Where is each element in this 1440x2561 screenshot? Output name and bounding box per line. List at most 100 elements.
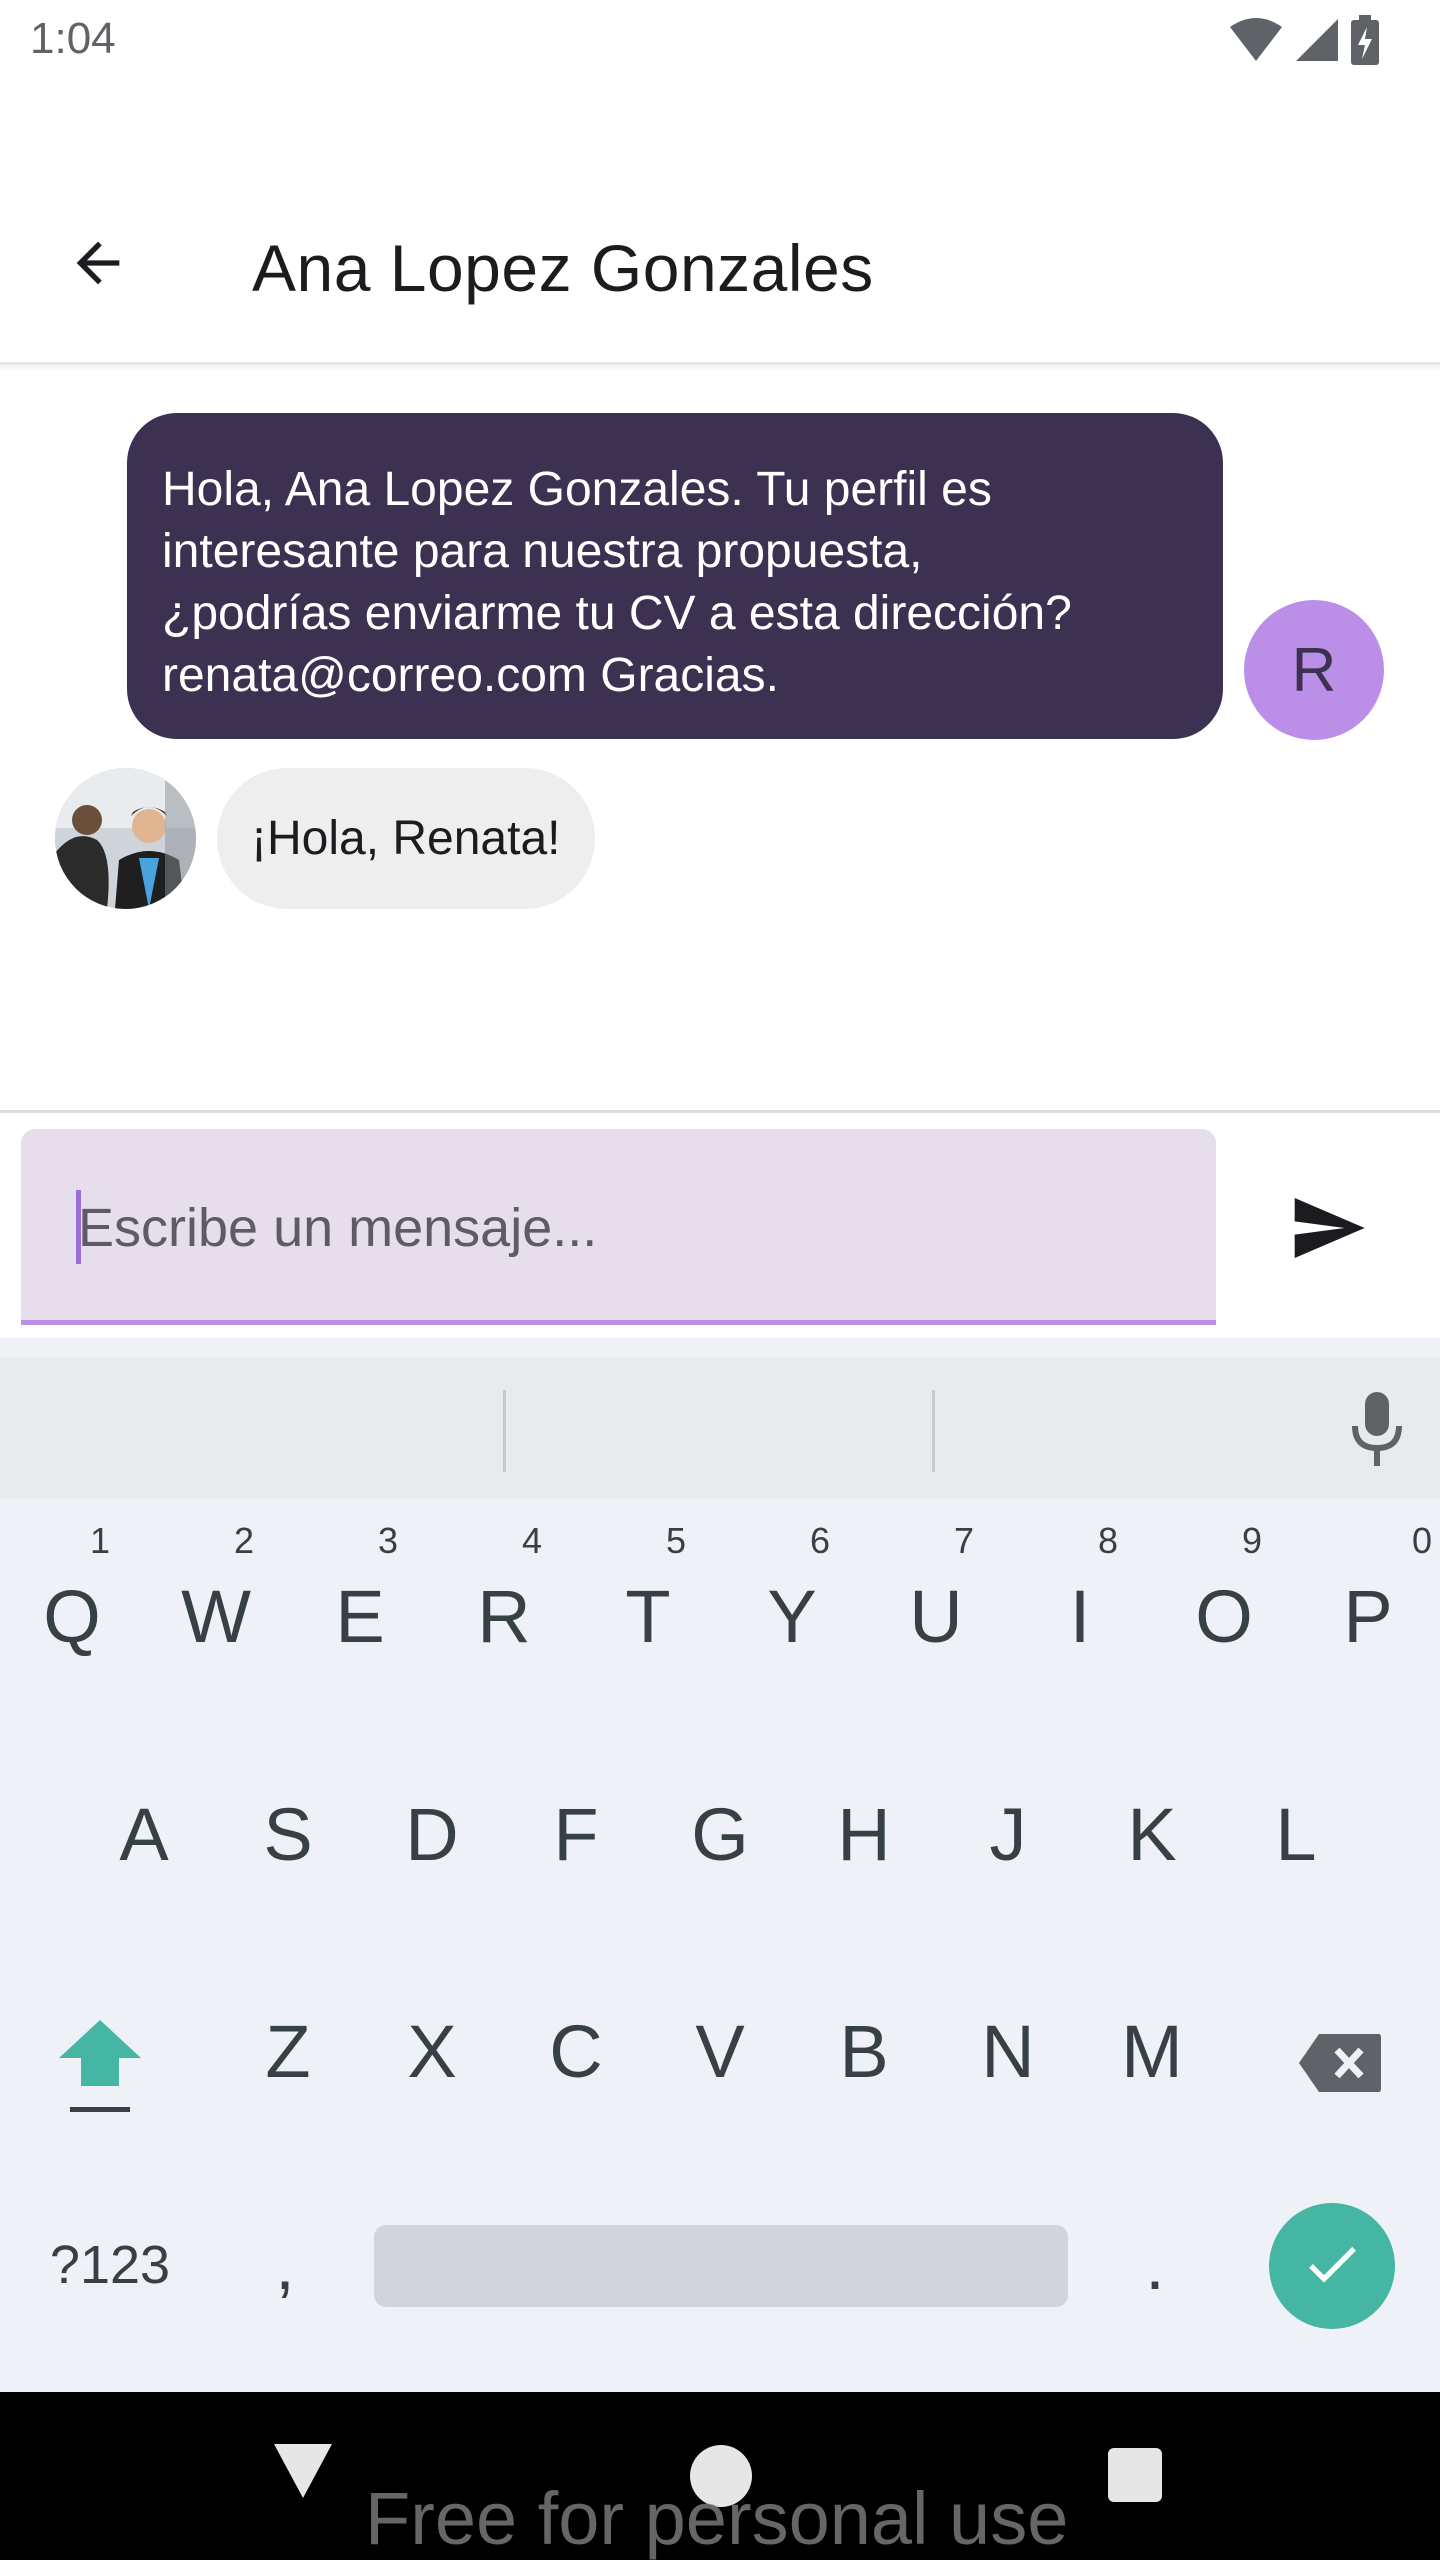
outgoing-message-bubble: Hola, Ana Lopez Gonzales. Tu perfil es i…	[127, 413, 1223, 739]
key-p[interactable]: 0P	[1296, 1510, 1440, 1710]
message-line: Hola, Ana Lopez Gonzales. Tu perfil es	[162, 463, 992, 516]
key-label: V	[695, 2009, 745, 2093]
key-r[interactable]: 4R	[432, 1510, 576, 1710]
suggestion-strip	[0, 1338, 1440, 1498]
key-hint: 9	[1241, 1520, 1262, 1561]
nav-back-icon[interactable]	[270, 2440, 336, 2500]
app-bar	[0, 84, 1440, 365]
key-hint: 1	[89, 1520, 110, 1561]
message-text: ¡Hola, Renata!	[251, 812, 561, 865]
key-label: T	[625, 1574, 671, 1658]
key-label: C	[549, 2009, 603, 2093]
avatar-letter: R	[1291, 635, 1337, 705]
message-line: interesante para nuestra propuesta,	[162, 525, 923, 578]
key-l[interactable]: L	[1224, 1728, 1368, 1928]
key-m[interactable]: M	[1080, 1945, 1224, 2145]
key-label: Q	[43, 1574, 101, 1658]
key-hint: 3	[377, 1520, 398, 1561]
message-line: ¿podrías enviarme tu CV a esta dirección…	[162, 587, 1072, 640]
key-w[interactable]: 2W	[144, 1510, 288, 1710]
key-label: P	[1343, 1574, 1393, 1658]
key-z[interactable]: Z	[216, 1945, 360, 2145]
key-label: X	[407, 2009, 457, 2093]
wifi-icon	[1228, 17, 1284, 68]
key-label: M	[1121, 2009, 1183, 2093]
delete-key[interactable]	[1268, 1995, 1412, 2135]
send-button[interactable]	[1278, 1180, 1378, 1280]
watermark-text: Free for personal use	[365, 2477, 1069, 2560]
shift-arrow-icon	[57, 2018, 143, 2093]
suggestion-divider	[932, 1390, 935, 1472]
key-e[interactable]: 3E	[288, 1510, 432, 1710]
composer-divider	[0, 1110, 1440, 1113]
key-v[interactable]: V	[648, 1945, 792, 2145]
key-label: S	[263, 1792, 313, 1876]
key-label: K	[1127, 1792, 1177, 1876]
done-key[interactable]	[1269, 2203, 1395, 2329]
key-y[interactable]: 6Y	[720, 1510, 864, 1710]
caps-indicator-bar	[70, 2107, 130, 2112]
key-label: W	[181, 1574, 251, 1658]
contact-avatar-photo	[55, 768, 196, 909]
key-u[interactable]: 7U	[864, 1510, 1008, 1710]
nav-recents-icon[interactable]	[1108, 2448, 1162, 2502]
key-g[interactable]: G	[648, 1728, 792, 1928]
backspace-icon	[1297, 2032, 1383, 2099]
status-icons	[1228, 14, 1380, 68]
key-j[interactable]: J	[936, 1728, 1080, 1928]
key-hint: 8	[1097, 1520, 1118, 1561]
key-c[interactable]: C	[504, 1945, 648, 2145]
period-key[interactable]: .	[1100, 2210, 1210, 2320]
key-h[interactable]: H	[792, 1728, 936, 1928]
suggestion-divider	[503, 1390, 506, 1472]
microphone-icon[interactable]	[1345, 1392, 1409, 1472]
key-label: G	[691, 1792, 749, 1876]
key-hint: 0	[1411, 1520, 1432, 1561]
key-label: F	[553, 1792, 599, 1876]
key-label: U	[909, 1574, 963, 1658]
key-hint: 5	[665, 1520, 686, 1561]
key-k[interactable]: K	[1080, 1728, 1224, 1928]
key-label: B	[839, 2009, 889, 2093]
key-s[interactable]: S	[216, 1728, 360, 1928]
send-icon	[1288, 1188, 1368, 1273]
key-d[interactable]: D	[360, 1728, 504, 1928]
key-label: O	[1195, 1574, 1253, 1658]
key-hint: 6	[809, 1520, 830, 1561]
space-key[interactable]	[374, 2225, 1068, 2307]
key-label: Z	[265, 2009, 311, 2093]
key-a[interactable]: A	[72, 1728, 216, 1928]
key-label: D	[405, 1792, 459, 1876]
key-hint: 7	[953, 1520, 974, 1561]
key-label: A	[119, 1792, 169, 1876]
status-bar	[0, 0, 1440, 84]
chat-title: Ana Lopez Gonzales	[252, 231, 874, 305]
sender-avatar: R	[1244, 600, 1384, 740]
arrow-back-icon	[66, 231, 130, 300]
key-hint: 4	[521, 1520, 542, 1561]
battery-charging-icon	[1350, 14, 1380, 70]
key-hint: 2	[233, 1520, 254, 1561]
shift-key[interactable]	[28, 1995, 172, 2135]
message-input-placeholder: Escribe un mensaje...	[78, 1198, 598, 1258]
key-x[interactable]: X	[360, 1945, 504, 2145]
key-i[interactable]: 8I	[1008, 1510, 1152, 1710]
comma-key[interactable]: ,	[230, 2210, 340, 2320]
status-time: 1:04	[30, 14, 116, 63]
key-label: J	[989, 1792, 1027, 1876]
key-label: I	[1069, 1574, 1091, 1658]
key-f[interactable]: F	[504, 1728, 648, 1928]
symbols-key[interactable]: ?123	[20, 2210, 200, 2320]
check-icon	[1300, 2232, 1364, 2301]
back-button[interactable]	[48, 215, 148, 315]
key-t[interactable]: 5T	[576, 1510, 720, 1710]
key-o[interactable]: 9O	[1152, 1510, 1296, 1710]
key-n[interactable]: N	[936, 1945, 1080, 2145]
key-label: E	[335, 1574, 385, 1658]
key-label: L	[1275, 1792, 1317, 1876]
key-b[interactable]: B	[792, 1945, 936, 2145]
incoming-message-bubble: ¡Hola, Renata!	[217, 768, 595, 909]
key-q[interactable]: 1Q	[0, 1510, 144, 1710]
message-line: renata@correo.com Gracias.	[162, 649, 779, 702]
key-label: Y	[767, 1574, 817, 1658]
